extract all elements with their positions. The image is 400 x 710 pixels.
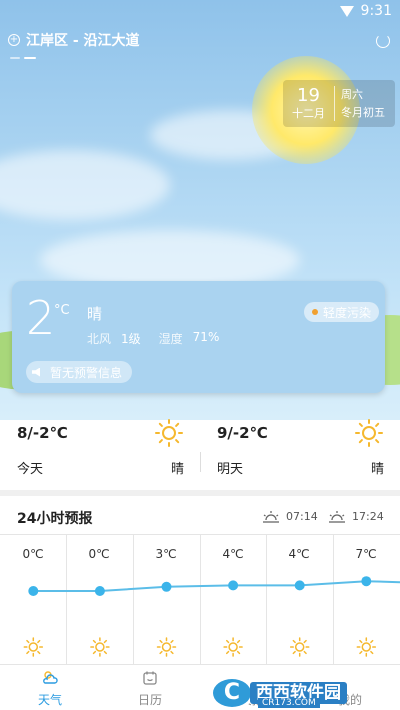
date-lunar: 周六 冬月初五 <box>335 86 385 122</box>
location-name: 江岸区 - 沿江大道 <box>26 33 140 49</box>
divider <box>200 452 201 472</box>
section-separator <box>0 490 400 496</box>
day-today[interactable]: 8/-2℃ 今天 晴 <box>0 410 200 480</box>
tab-weather[interactable]: 天气 <box>0 665 100 710</box>
hourly-forecast[interactable]: 0℃ 0℃ 3℃ 4℃ 4℃ 7℃ <box>0 534 400 665</box>
refresh-icon[interactable] <box>376 34 390 48</box>
aqi-label: 轻度污染 <box>322 305 371 320</box>
temperature-point <box>228 580 239 591</box>
date-lunar-text: 冬月初五 <box>341 105 385 119</box>
wind-direction: 北风 <box>87 332 112 346</box>
sunset: 17:24 <box>328 510 384 523</box>
day-label: 今天 <box>17 462 44 477</box>
date-month: 十二月 <box>292 107 325 120</box>
current-condition: 晴 <box>87 305 103 323</box>
date-day: 19 <box>297 85 320 106</box>
temperature-point <box>161 581 172 592</box>
status-time: 9:31 <box>360 3 392 19</box>
location-row[interactable]: + 江岸区 - 沿江大道 <box>8 30 140 50</box>
sun-icon <box>156 637 177 657</box>
wifi-icon <box>340 6 354 17</box>
sun-icon <box>289 637 310 657</box>
alert-label: 暂无预警信息 <box>50 365 123 380</box>
tab-label: 天气 <box>37 693 62 707</box>
temperature-point <box>28 586 39 596</box>
temp-unit: °C <box>54 303 70 318</box>
calendar-icon <box>143 671 157 685</box>
sun-icon <box>90 637 110 657</box>
weather-details: 北风 1级 湿度 71% <box>87 330 219 347</box>
alert-pill[interactable]: 暂无预警信息 <box>26 361 133 383</box>
tab-calendar[interactable]: 日历 <box>100 665 200 710</box>
tab-label: 日历 <box>137 693 162 707</box>
cloud <box>0 150 170 220</box>
watermark: C 西西软件园 CR173.COM <box>210 676 347 710</box>
temperature-point <box>361 576 372 587</box>
speaker-icon <box>32 367 40 377</box>
watermark-url: CR173.COM <box>258 698 320 708</box>
aqi-badge[interactable]: 轻度污染 <box>303 302 379 322</box>
day-condition: 晴 <box>170 462 184 477</box>
humidity-label: 湿度 <box>158 332 183 346</box>
date-solar: 19 十二月 <box>283 86 335 121</box>
sun-icon <box>355 419 383 447</box>
hourly-header: 24小时预报 07:14 17:24 <box>0 498 400 534</box>
current-temp: 2 <box>26 291 56 345</box>
date-card[interactable]: 19 十二月 周六 冬月初五 <box>283 80 395 127</box>
sunset-icon <box>329 510 345 523</box>
watermark-logo: C <box>210 676 254 710</box>
page-indicator <box>10 57 36 59</box>
day-tomorrow[interactable]: 9/-2℃ 明天 晴 <box>200 410 400 480</box>
sun-icon <box>23 637 44 657</box>
sun-icon <box>356 637 377 657</box>
temperature-curve <box>23 576 400 657</box>
hourly-title: 24小时预报 <box>17 511 93 527</box>
aqi-dot-icon <box>311 309 318 315</box>
temperature-point <box>94 586 105 596</box>
temperature-point <box>294 580 305 591</box>
day-label: 明天 <box>217 462 244 477</box>
sunrise-icon <box>263 510 279 523</box>
temperature-line <box>33 580 400 592</box>
day-temp: 9/-2℃ <box>217 424 268 442</box>
sun-icon <box>223 637 243 657</box>
current-weather-card[interactable]: 2 °C 晴 北风 1级 湿度 71% 轻度污染 暂无预警信息 <box>12 281 385 393</box>
day-condition: 晴 <box>370 462 384 477</box>
day-temp: 8/-2℃ <box>17 424 68 442</box>
wind-level: 1级 <box>121 332 141 346</box>
add-city-icon[interactable]: + <box>8 34 20 46</box>
sun-icon <box>155 419 183 447</box>
sunrise: 07:14 <box>262 510 318 523</box>
weather-icon <box>43 671 58 684</box>
sunset-time: 17:24 <box>352 510 384 523</box>
sunrise-time: 07:14 <box>286 510 318 523</box>
humidity-value: 71% <box>192 330 220 344</box>
date-weekday: 周六 <box>341 87 363 101</box>
status-bar: 9:31 <box>0 0 400 24</box>
